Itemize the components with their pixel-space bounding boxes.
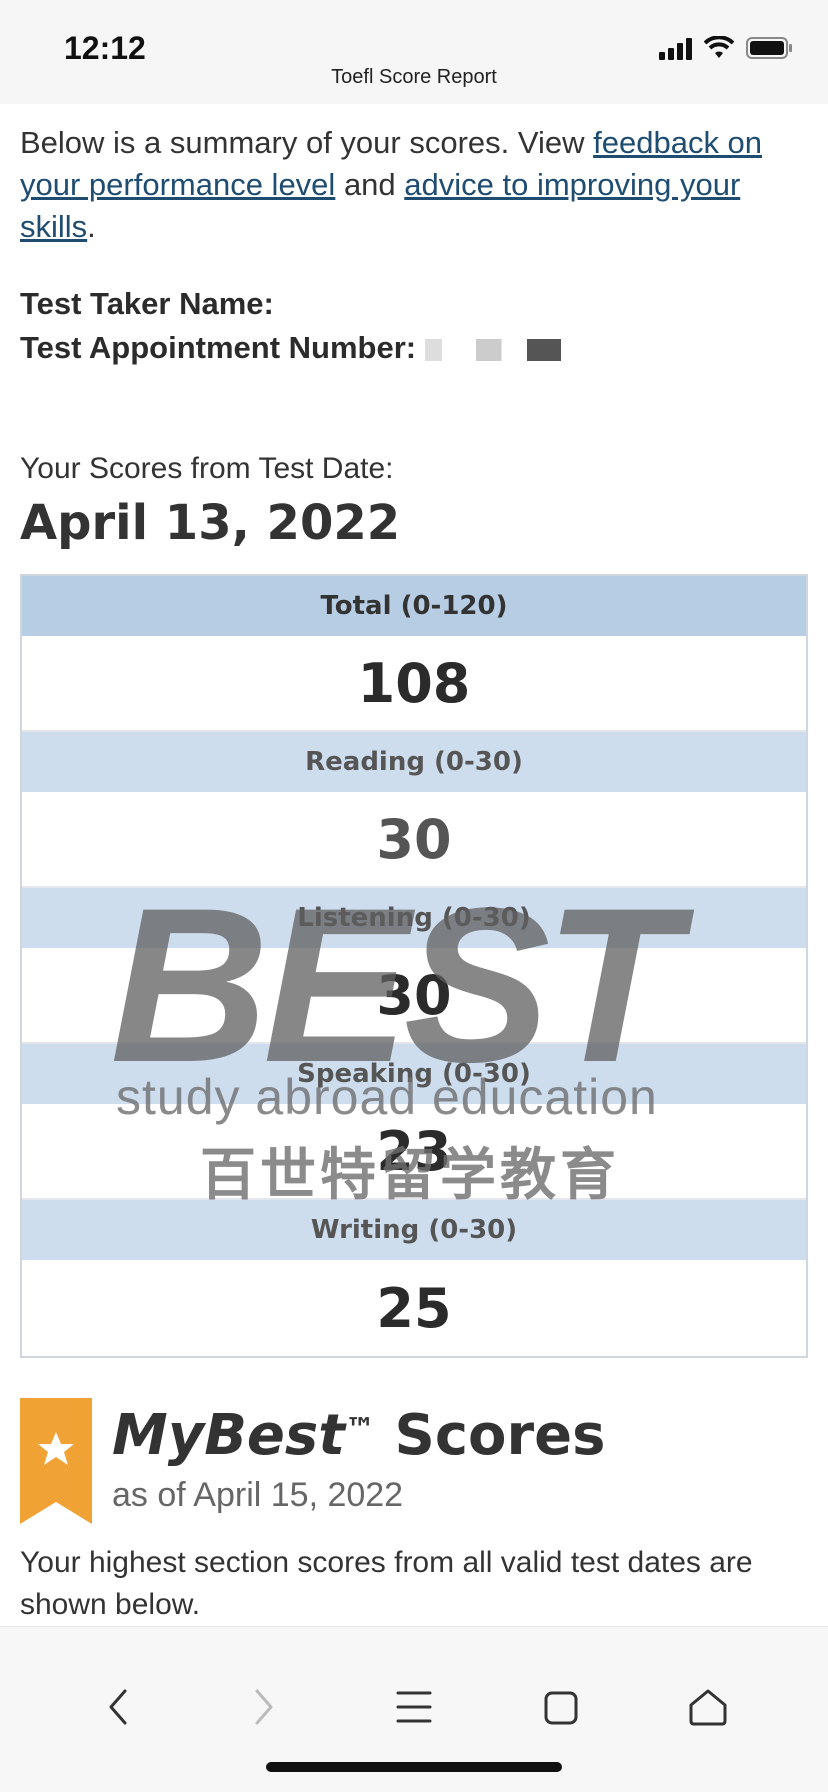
- appointment-number-row: Test Appointment Number:: [20, 326, 808, 370]
- mybest-as-of: as of April 15, 2022: [112, 1476, 404, 1514]
- speaking-header: Speaking (0-30): [22, 1044, 806, 1104]
- mybest-title-rest: Scores: [375, 1403, 606, 1468]
- listening-header: Listening (0-30): [22, 888, 806, 948]
- mybest-description: Your highest section scores from all val…: [20, 1546, 753, 1621]
- redacted-appointment-number: [424, 338, 595, 361]
- wifi-icon: [704, 36, 734, 60]
- star-ribbon-icon: [20, 1398, 92, 1524]
- intro-text-mid: and: [335, 167, 405, 202]
- intro-text-before: Below is a summary of your scores. View: [20, 125, 594, 160]
- scores-from-label: Your Scores from Test Date:: [20, 452, 394, 485]
- home-indicator[interactable]: [266, 1762, 562, 1772]
- appointment-number-label: Test Appointment Number:: [20, 330, 417, 365]
- test-taker-info: Test Taker Name: Test Appointment Number…: [20, 282, 808, 370]
- status-time: 12:12: [64, 30, 146, 66]
- reading-score: 30: [22, 792, 806, 888]
- menu-icon[interactable]: [384, 1677, 444, 1737]
- listening-score: 30: [22, 948, 806, 1044]
- status-icons: [659, 36, 794, 60]
- main-content: Below is a summary of your scores. View …: [20, 104, 808, 1626]
- test-date: April 13, 2022: [20, 495, 401, 551]
- reading-header: Reading (0-30): [22, 732, 806, 792]
- test-taker-name-label: Test Taker Name:: [20, 286, 274, 321]
- score-table: Total (0-120) 108 Reading (0-30) 30 List…: [20, 574, 808, 1358]
- cellular-signal-icon: [659, 36, 692, 60]
- mybest-section: MyBest™ Scores as of April 15, 2022: [20, 1398, 808, 1528]
- intro-text-end: .: [87, 209, 96, 244]
- writing-score: 25: [22, 1260, 806, 1356]
- speaking-score: 23: [22, 1104, 806, 1200]
- total-header: Total (0-120): [22, 576, 806, 636]
- total-score: 108: [22, 636, 806, 732]
- mybest-title: MyBest™ Scores: [112, 1404, 605, 1468]
- test-taker-name-row: Test Taker Name:: [20, 282, 808, 326]
- trademark-symbol: ™: [345, 1412, 375, 1447]
- status-bar: 12:12 Toefl Score Report: [0, 0, 828, 104]
- redacted-name: [282, 295, 412, 317]
- mybest-title-brand: MyBest: [112, 1403, 345, 1468]
- battery-icon: [746, 36, 794, 60]
- intro-text: Below is a summary of your scores. View …: [20, 122, 808, 248]
- forward-icon[interactable]: [234, 1677, 294, 1737]
- writing-header: Writing (0-30): [22, 1200, 806, 1260]
- tabs-icon[interactable]: [532, 1677, 592, 1737]
- home-icon[interactable]: [678, 1677, 738, 1737]
- page-title: Toefl Score Report: [331, 66, 497, 88]
- back-icon[interactable]: [88, 1677, 148, 1737]
